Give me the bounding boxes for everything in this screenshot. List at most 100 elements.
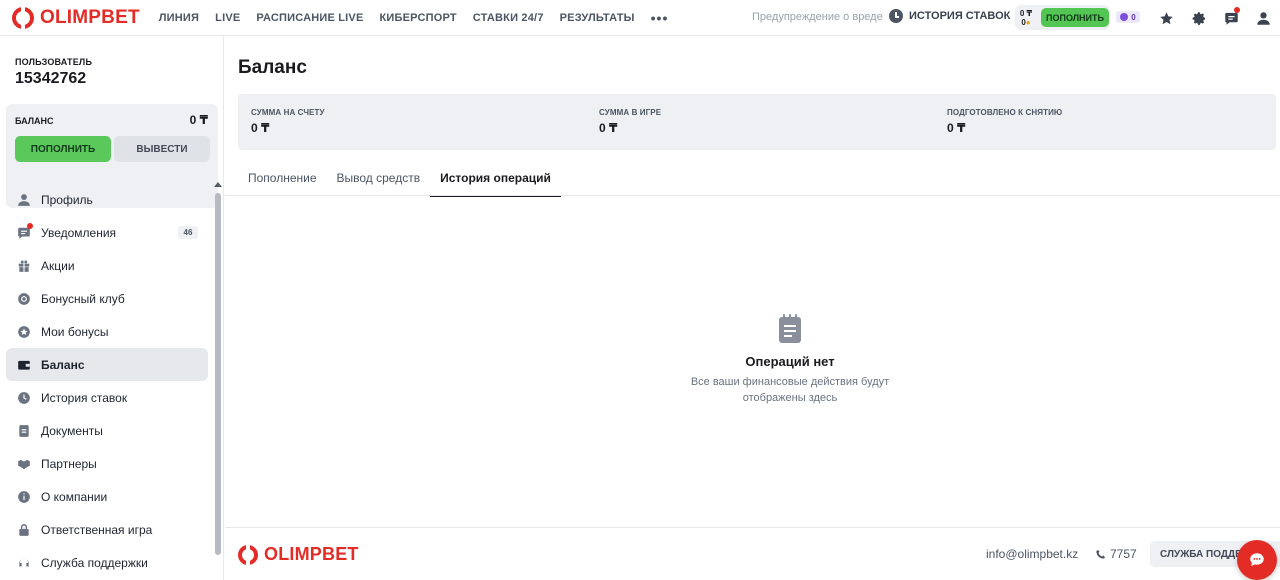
sidebar-item-label: Баланс xyxy=(41,357,85,372)
harm-warning-link[interactable]: Предупреждение о вреде xyxy=(752,11,883,23)
sidebar-item-label: Ответственная игра xyxy=(41,522,153,537)
footer-phone[interactable]: 7757 xyxy=(1095,547,1137,561)
sidebar-item-responsible-gaming[interactable]: Ответственная игра xyxy=(6,513,208,546)
document-icon xyxy=(16,423,32,439)
balance-value: 0 ₸ xyxy=(189,113,208,127)
sidebar-item-label: Бонусный клуб xyxy=(41,291,125,306)
sidebar-item-label: Документы xyxy=(41,423,103,438)
footer-email[interactable]: info@olimpbet.kz xyxy=(986,547,1078,561)
user-icon[interactable] xyxy=(1254,9,1272,27)
footer-brand-name: OLIMPBET xyxy=(264,544,359,564)
club-icon xyxy=(16,291,32,307)
nav-live[interactable]: LIVE xyxy=(215,12,240,24)
sidebar-item-label: Акции xyxy=(41,258,75,273)
notification-dot xyxy=(1234,7,1240,13)
star-icon[interactable] xyxy=(1157,9,1175,27)
sum-value: 0 ₸ xyxy=(599,121,618,135)
sidebar-item-documents[interactable]: Документы xyxy=(6,414,208,447)
topup-button[interactable]: ПОПОЛНИТЬ xyxy=(15,136,111,162)
wallet-mini-balance: 0 ₸ 0● xyxy=(1015,9,1037,27)
key-icon xyxy=(1120,13,1129,21)
sum-value: 0 ₸ xyxy=(251,121,270,135)
page-footer: OLIMPBET info@olimpbet.kz 7757 СЛУЖБА ПО… xyxy=(225,527,1280,580)
more-icon[interactable]: ••• xyxy=(651,10,669,26)
clock-icon xyxy=(16,390,32,406)
empty-description: Все ваши финансовые действия будут отобр… xyxy=(620,374,960,406)
empty-description-line: Все ваши финансовые действия будут xyxy=(690,376,890,388)
bet-history-link[interactable]: ИСТОРИЯ СТАВОК xyxy=(889,9,1010,23)
clock-icon xyxy=(889,9,903,23)
tabs-divider xyxy=(225,195,1280,196)
wallet-icon xyxy=(16,357,32,373)
handshake-icon xyxy=(16,456,32,472)
user-icon xyxy=(16,192,32,208)
sidebar-item-promotions[interactable]: Акции xyxy=(6,249,208,282)
sidebar-item-bet-history[interactable]: История ставок xyxy=(6,381,208,414)
gift-icon xyxy=(16,258,32,274)
sidebar-item-balance[interactable]: Баланс xyxy=(6,348,208,381)
chat-bubble-icon xyxy=(1250,553,1264,566)
sidebar-item-label: Служба поддержки xyxy=(41,555,148,570)
sidebar-item-label: О компании xyxy=(41,489,108,504)
sidebar-scrollbar[interactable] xyxy=(215,193,221,555)
keys-badge[interactable]: 0 xyxy=(1116,11,1140,23)
sum-label: СУММА В ИГРЕ xyxy=(599,108,662,117)
sidebar-item-bonus-club[interactable]: Бонусный клуб xyxy=(6,282,208,315)
coin-icon: ● xyxy=(1025,17,1031,27)
logo-icon xyxy=(238,544,258,565)
keys-count: 0 xyxy=(1131,12,1136,22)
nav-live-schedule[interactable]: РАСПИСАНИЕ LIVE xyxy=(256,12,363,24)
phone-number: 7757 xyxy=(1110,547,1137,561)
footer-logo[interactable]: OLIMPBET xyxy=(238,544,359,565)
sidebar-item-my-bonuses[interactable]: Мои бонусы xyxy=(6,315,208,348)
balance-label: БАЛАНС xyxy=(15,116,54,126)
info-icon xyxy=(16,489,32,505)
notifications-count: 46 xyxy=(178,226,198,239)
sidebar-item-support[interactable]: Служба поддержки xyxy=(6,546,208,579)
scroll-up-arrow[interactable] xyxy=(214,182,222,187)
header-topup-button[interactable]: ПОПОЛНИТЬ xyxy=(1041,8,1109,27)
nav-line[interactable]: ЛИНИЯ xyxy=(159,12,199,24)
nav-results[interactable]: РЕЗУЛЬТАТЫ xyxy=(560,12,635,24)
empty-description-line: отображены здесь xyxy=(742,392,838,404)
sum-value: 0 ₸ xyxy=(947,121,966,135)
sidebar-item-about[interactable]: О компании xyxy=(6,480,208,513)
main-nav: ЛИНИЯ LIVE РАСПИСАНИЕ LIVE КИБЕРСПОРТ СТ… xyxy=(159,0,669,36)
sidebar-item-label: Профиль xyxy=(41,192,93,207)
sidebar-item-notifications[interactable]: Уведомления 46 xyxy=(6,216,208,249)
sum-in-game: СУММА В ИГРЕ 0 ₸ xyxy=(599,108,661,135)
chat-fab-button[interactable] xyxy=(1237,540,1277,580)
gear-icon[interactable] xyxy=(1190,9,1208,27)
sum-account: СУММА НА СЧЕТУ 0 ₸ xyxy=(251,108,325,135)
tab-deposit[interactable]: Пополнение xyxy=(238,160,327,196)
sum-label: СУММА НА СЧЕТУ xyxy=(251,108,325,117)
sidebar-item-profile[interactable]: Профиль xyxy=(6,183,208,216)
lock-icon xyxy=(16,522,32,538)
empty-state: Операций нет Все ваши финансовые действи… xyxy=(620,314,960,406)
sidebar-item-partners[interactable]: Партнеры xyxy=(6,447,208,480)
notification-dot xyxy=(27,222,33,229)
tab-operations-history[interactable]: История операций xyxy=(430,160,561,197)
main-content: Баланс СУММА НА СЧЕТУ 0 ₸ СУММА В ИГРЕ 0… xyxy=(225,36,1280,580)
withdraw-button[interactable]: ВЫВЕСТИ xyxy=(114,136,210,162)
page-title: Баланс xyxy=(238,57,307,78)
nav-esports[interactable]: КИБЕРСПОРТ xyxy=(380,12,457,24)
empty-title: Операций нет xyxy=(745,354,835,369)
sidebar-menu: Профиль Уведомления 46 Акции Бонусный кл… xyxy=(6,183,208,579)
sidebar-item-label: Уведомления xyxy=(41,225,117,240)
tab-withdrawal[interactable]: Вывод средств xyxy=(327,160,431,196)
bet-history-label: ИСТОРИЯ СТАВОК xyxy=(909,10,1011,22)
chat-icon xyxy=(16,222,33,241)
balance-tabs: Пополнение Вывод средств История операци… xyxy=(238,160,561,197)
header-wallet: 0 ₸ 0● ПОПОЛНИТЬ xyxy=(1015,5,1110,30)
user-label: ПОЛЬЗОВАТЕЛЬ xyxy=(15,57,93,67)
sidebar-item-label: Партнеры xyxy=(41,456,97,471)
brand-logo[interactable]: OLIMPBET xyxy=(12,0,140,36)
headset-icon xyxy=(16,555,32,571)
sum-label: ПОДГОТОВЛЕНО К СНЯТИЮ xyxy=(947,108,1063,117)
sidebar-item-label: История ставок xyxy=(41,390,128,405)
nav-bets-247[interactable]: СТАВКИ 24/7 xyxy=(473,12,544,24)
sum-withdrawal-ready: ПОДГОТОВЛЕНО К СНЯТИЮ 0 ₸ xyxy=(947,108,1062,135)
logo-icon xyxy=(12,6,34,29)
star-circle-icon xyxy=(16,324,32,340)
